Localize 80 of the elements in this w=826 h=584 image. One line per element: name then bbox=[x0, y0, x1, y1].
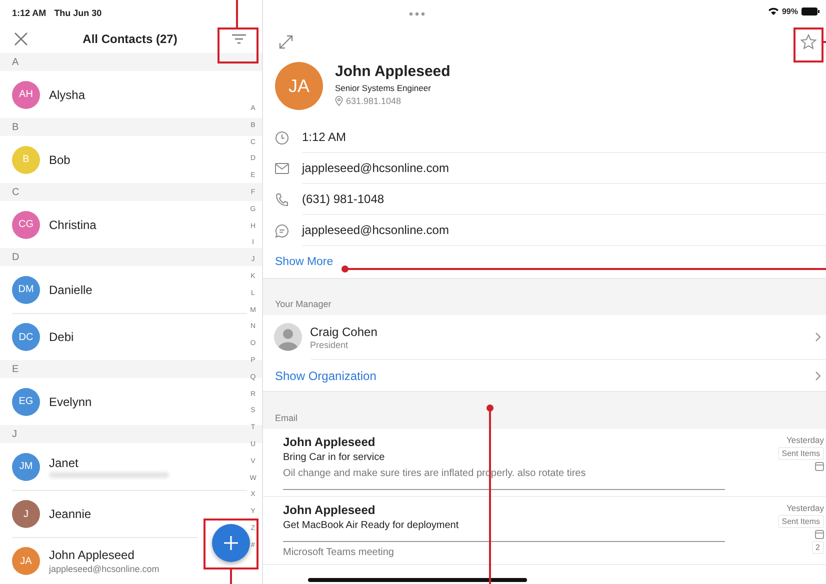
contact-avatar: CG bbox=[12, 210, 40, 238]
count-tag: 2 bbox=[812, 541, 824, 554]
folder-tag: Sent Items bbox=[778, 515, 824, 528]
contact-name: Alysha bbox=[49, 88, 86, 102]
contact-row[interactable]: DM Danielle bbox=[12, 266, 247, 313]
contact-row[interactable]: EG Evelynn bbox=[12, 378, 247, 425]
profile-name: John Appleseed bbox=[335, 63, 450, 80]
contact-name: John Appleseed bbox=[49, 548, 136, 562]
contact-name: Debi bbox=[49, 330, 74, 344]
contact-name: Bob bbox=[49, 152, 70, 166]
contact-row[interactable]: CG Christina bbox=[12, 201, 247, 248]
contact-avatar: DM bbox=[12, 276, 40, 304]
status-date: Thu Jun 30 bbox=[54, 8, 102, 18]
location-text: 631.981.1048 bbox=[346, 96, 402, 106]
show-organization-row[interactable]: Show Organization bbox=[263, 360, 826, 391]
calendar-icon bbox=[815, 462, 824, 471]
calendar-icon bbox=[815, 530, 824, 539]
section-header: A bbox=[0, 53, 262, 71]
manager-row[interactable]: Craig Cohen President bbox=[263, 315, 826, 359]
section-header: Email bbox=[263, 391, 826, 429]
contact-name: Danielle bbox=[49, 282, 92, 296]
location-pin-icon bbox=[335, 96, 343, 106]
battery-icon bbox=[801, 6, 820, 16]
email-sender: John Appleseed bbox=[283, 503, 376, 517]
callout-marker bbox=[218, 0, 258, 64]
contact-row[interactable]: B Bob bbox=[12, 136, 247, 183]
more-icon[interactable] bbox=[409, 12, 425, 16]
contact-name: Janet bbox=[49, 456, 80, 470]
chevron-icon bbox=[815, 332, 821, 342]
expand-icon[interactable] bbox=[279, 35, 293, 49]
contact-avatar: JA bbox=[12, 547, 40, 575]
battery-percent: 99% bbox=[782, 6, 798, 16]
star-icon[interactable] bbox=[800, 34, 817, 50]
detail-text[interactable]: jappleseed@hcsonline.com bbox=[302, 153, 826, 184]
profile-avatar: JA bbox=[275, 62, 323, 110]
filter-icon[interactable] bbox=[232, 34, 246, 44]
manager-avatar bbox=[274, 323, 302, 351]
wifi-icon bbox=[768, 7, 779, 15]
job-title: Senior Systems Engineer bbox=[335, 83, 432, 93]
email-item[interactable]: John Appleseed Get MacBook Air Ready for deployment Microsoft Teams meeting Yesterday Sent Items 2 bbox=[263, 497, 826, 565]
folder-tag: Sent Items bbox=[778, 447, 824, 460]
contact-name: Christina bbox=[49, 218, 96, 232]
show-organization-link[interactable]: Show Organization bbox=[275, 368, 376, 382]
contact-avatar: JM bbox=[12, 452, 40, 480]
contact-row[interactable]: JM Janet bbox=[12, 443, 247, 490]
contact-row[interactable]: JA John Appleseed jappleseed@hcsonline.com bbox=[12, 537, 198, 584]
callout-marker bbox=[794, 28, 826, 62]
contact-avatar: EG bbox=[12, 388, 40, 416]
email-sender: John Appleseed bbox=[283, 435, 376, 449]
email-subject: Get MacBook Air Ready for deployment bbox=[283, 520, 460, 531]
show-more-link[interactable]: Show More bbox=[275, 256, 334, 268]
detail-text[interactable]: jappleseed@hcsonline.com bbox=[302, 215, 826, 246]
mail-icon bbox=[275, 163, 289, 174]
callout-marker bbox=[204, 518, 258, 584]
detail-text[interactable]: (631) 981-1048 bbox=[302, 184, 826, 215]
list-title: All Contacts (27) bbox=[82, 32, 178, 46]
contact-avatar: B bbox=[12, 146, 40, 174]
close-icon[interactable] bbox=[14, 32, 28, 46]
email-subject: Bring Car in for service bbox=[283, 452, 386, 463]
contact-avatar: AH bbox=[12, 80, 40, 108]
chat-icon bbox=[275, 224, 289, 238]
email-date: Yesterday bbox=[786, 435, 824, 445]
contact-avatar: DC bbox=[12, 323, 40, 351]
add-button[interactable] bbox=[212, 524, 250, 562]
manager-role: President bbox=[310, 340, 350, 350]
meeting-title: Microsoft Teams meeting bbox=[283, 547, 395, 558]
manager-name: Craig Cohen bbox=[310, 324, 378, 338]
phone-icon bbox=[275, 192, 289, 206]
contact-row[interactable]: AH Alysha bbox=[12, 71, 247, 118]
contact-name: Evelynn bbox=[49, 394, 92, 408]
clock-icon bbox=[275, 130, 289, 144]
contact-avatar: J bbox=[12, 500, 40, 528]
email-date: Yesterday bbox=[786, 503, 824, 513]
contact-name: Jeannie bbox=[49, 507, 92, 521]
detail-text[interactable]: 1:12 AM bbox=[302, 122, 826, 153]
status-time: 1:12 AM bbox=[12, 8, 46, 18]
plus-icon bbox=[223, 535, 239, 551]
chevron-icon bbox=[815, 370, 821, 380]
section-header: Your Manager bbox=[263, 278, 826, 315]
contact-email: jappleseed@hcsonline.com bbox=[49, 564, 160, 574]
